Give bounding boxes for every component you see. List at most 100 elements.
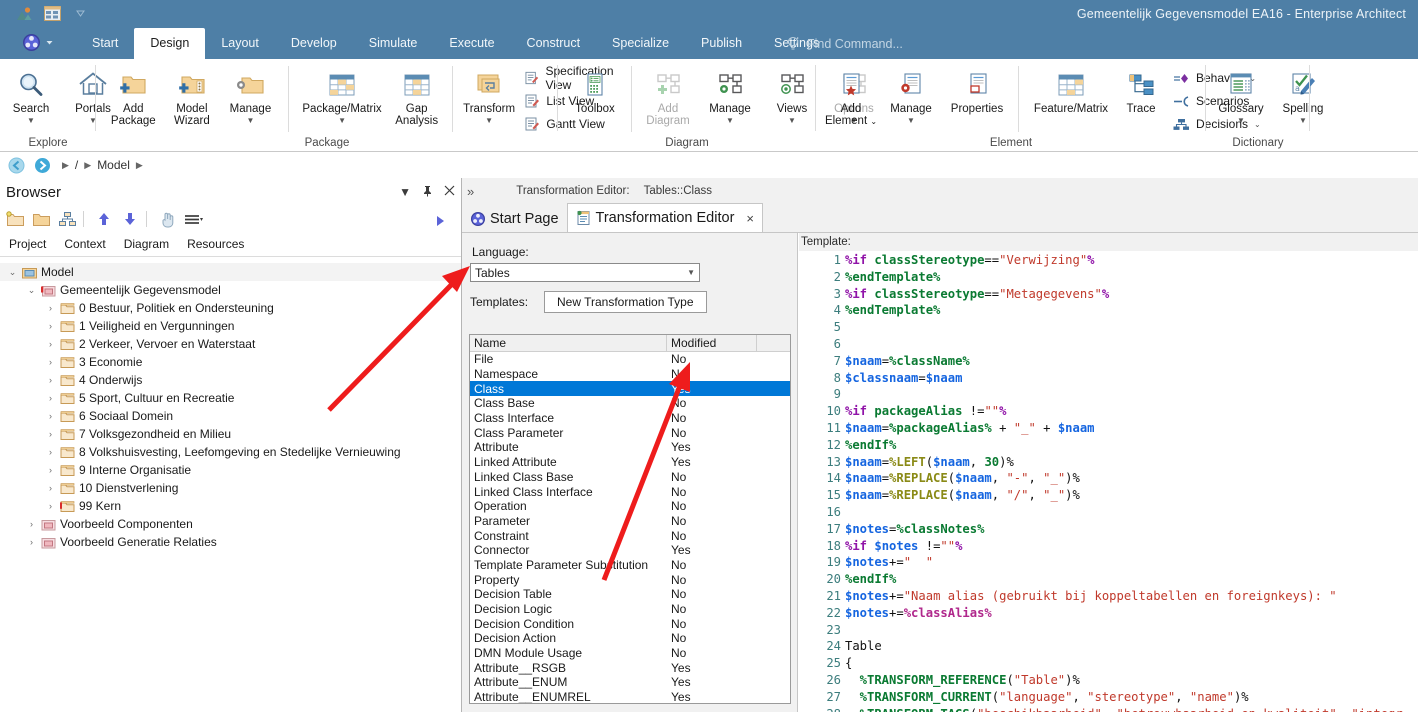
hierarchy-icon[interactable] — [56, 208, 78, 230]
code-line[interactable]: 9 — [799, 386, 1418, 403]
new-package-icon[interactable] — [4, 208, 26, 230]
new-transformation-type-button[interactable]: New Transformation Type — [544, 291, 707, 313]
project-tree[interactable]: ⌄ Model ⌄ Gemeentelijk Gegevensmodel › 0… — [0, 257, 461, 712]
table-row[interactable]: Attribute__ENUMRELYes — [470, 690, 790, 704]
table-row[interactable]: PropertyNo — [470, 572, 790, 587]
twisty-collapsed-icon[interactable]: › — [44, 429, 57, 439]
table-row[interactable]: Decision LogicNo — [470, 602, 790, 617]
code-line[interactable]: 23 — [799, 622, 1418, 639]
tree-node-7-volksgezondheid[interactable]: › 7 Volksgezondheid en Milieu — [0, 425, 461, 443]
back-arrow-icon[interactable] — [6, 155, 26, 175]
language-select[interactable]: Tables ▼ — [470, 263, 700, 282]
ribbon-tab-design[interactable]: Design — [134, 28, 205, 59]
table-row[interactable]: Class BaseNo — [470, 396, 790, 411]
templates-table[interactable]: Name Modified FileNo NamespaceNo ClassYe… — [469, 334, 791, 704]
chevron-down-icon[interactable] — [70, 3, 90, 23]
table-row[interactable]: Template Parameter SubstitutionNo — [470, 558, 790, 573]
feature-matrix-button[interactable]: Feature/Matrix — [1025, 62, 1117, 115]
breadcrumb-root[interactable]: / — [75, 158, 78, 172]
table-row[interactable]: Linked Class InterfaceNo — [470, 484, 790, 499]
chevron-down-icon[interactable]: ▼ — [726, 116, 734, 125]
expand-right-icon[interactable] — [429, 210, 451, 232]
twisty-collapsed-icon[interactable]: › — [25, 537, 38, 547]
expand-chevrons-icon[interactable]: » — [467, 184, 474, 199]
code-line[interactable]: 24Table — [799, 638, 1418, 655]
tree-node-2-verkeer[interactable]: › 2 Verkeer, Vervoer en Waterstaat — [0, 335, 461, 353]
template-code-editor[interactable]: Template: 1%if classStereotype=="Verwijz… — [799, 233, 1418, 712]
spelling-button[interactable]: a Spelling ▼ — [1272, 62, 1334, 125]
chevron-down-icon[interactable]: ▼ — [788, 116, 796, 125]
chevron-down-icon[interactable]: ▼ — [687, 268, 695, 277]
table-row[interactable]: Decision TableNo — [470, 587, 790, 602]
chevron-down-icon[interactable]: ▼ — [27, 116, 35, 125]
twisty-collapsed-icon[interactable]: › — [44, 339, 57, 349]
tree-node-model[interactable]: ⌄ Model — [0, 263, 461, 281]
close-icon[interactable]: × — [746, 211, 754, 226]
ribbon-tab-develop[interactable]: Develop — [275, 28, 353, 59]
transform-button[interactable]: Transform ▼ — [459, 62, 519, 125]
ribbon-tab-specialize[interactable]: Specialize — [596, 28, 685, 59]
manage-element-button[interactable]: Manage ▼ — [880, 62, 942, 125]
code-line[interactable]: 6 — [799, 336, 1418, 353]
ribbon-tab-start[interactable]: Start — [76, 28, 134, 59]
ribbon-tab-execute[interactable]: Execute — [433, 28, 510, 59]
twisty-collapsed-icon[interactable]: › — [44, 393, 57, 403]
ribbon-tab-publish[interactable]: Publish — [685, 28, 758, 59]
twisty-collapsed-icon[interactable]: › — [44, 321, 57, 331]
document-tab-transformation-editor[interactable]: Transformation Editor × — [567, 203, 763, 232]
code-line[interactable]: 19$notes+=" " — [799, 554, 1418, 571]
search-button[interactable]: Search ▼ — [0, 62, 62, 125]
code-line[interactable]: 15$naam=%REPLACE($naam, "/", "_")% — [799, 487, 1418, 504]
breadcrumb-model[interactable]: Model — [97, 158, 130, 172]
code-line[interactable]: 27 %TRANSFORM_CURRENT("language", "stere… — [799, 689, 1418, 706]
chevron-down-icon[interactable]: ▼ — [485, 116, 493, 125]
add-package-button[interactable]: AddPackage — [104, 62, 163, 127]
menu-icon[interactable] — [182, 208, 204, 230]
ribbon-tab-layout[interactable]: Layout — [205, 28, 275, 59]
twisty-collapsed-icon[interactable]: › — [44, 303, 57, 313]
column-header-name[interactable]: Name — [470, 335, 667, 351]
glossary-button[interactable]: Glossary ▼ — [1210, 62, 1272, 125]
model-wizard-button[interactable]: ModelWizard — [163, 62, 222, 127]
code-line[interactable]: 4%endTemplate% — [799, 302, 1418, 319]
browser-tab-project[interactable]: Project — [0, 232, 55, 256]
hand-icon[interactable] — [156, 208, 178, 230]
table-row[interactable]: DMN Module UsageNo — [470, 646, 790, 661]
tree-node-10-dienstverlening[interactable]: › 10 Dienstverlening — [0, 479, 461, 497]
code-line[interactable]: 14$naam=%REPLACE($naam, "-", "_")% — [799, 470, 1418, 487]
properties-button[interactable]: Properties — [942, 62, 1012, 115]
package-matrix-button[interactable]: Package/Matrix ▼ — [297, 62, 388, 125]
tree-node-8-volkshuisvesting[interactable]: › 8 Volkshuisvesting, Leefomgeving en St… — [0, 443, 461, 461]
code-line[interactable]: 17$notes=%classNotes% — [799, 521, 1418, 538]
code-line[interactable]: 12%endIf% — [799, 437, 1418, 454]
table-row[interactable]: Class InterfaceNo — [470, 411, 790, 426]
chevron-down-icon[interactable]: ▼ — [399, 185, 411, 199]
twisty-expanded-icon[interactable]: ⌄ — [25, 285, 38, 296]
twisty-collapsed-icon[interactable]: › — [44, 447, 57, 457]
toolbox-button[interactable]: Toolbox — [564, 62, 626, 115]
ribbon-tab-simulate[interactable]: Simulate — [353, 28, 434, 59]
table-row-selected[interactable]: ClassYes — [470, 381, 790, 396]
column-header-modified[interactable]: Modified — [667, 335, 757, 351]
table-row[interactable]: AttributeYes — [470, 440, 790, 455]
table-row[interactable]: Linked Class BaseNo — [470, 470, 790, 485]
tree-node-3-economie[interactable]: › 3 Economie — [0, 353, 461, 371]
image-icon[interactable] — [14, 3, 34, 23]
document-tab-start-page[interactable]: Start Page — [462, 205, 567, 232]
table-row[interactable]: Linked AttributeYes — [470, 455, 790, 470]
twisty-collapsed-icon[interactable]: › — [44, 501, 57, 511]
code-line[interactable]: 3%if classStereotype=="Metagegevens"% — [799, 286, 1418, 303]
code-line[interactable]: 21$notes+="Naam alias (gebruikt bij kopp… — [799, 588, 1418, 605]
chevron-down-icon[interactable]: ▼ — [907, 116, 915, 125]
move-up-icon[interactable] — [93, 208, 115, 230]
table-row[interactable]: ConstraintNo — [470, 528, 790, 543]
twisty-expanded-icon[interactable]: ⌄ — [6, 267, 19, 278]
table-row[interactable]: Decision ActionNo — [470, 631, 790, 646]
table-row[interactable]: ConnectorYes — [470, 543, 790, 558]
code-line[interactable]: 22$notes+=%classAlias% — [799, 605, 1418, 622]
tree-node-1-veiligheid[interactable]: › 1 Veiligheid en Vergunningen — [0, 317, 461, 335]
table-row[interactable]: Attribute__ENUMYes — [470, 675, 790, 690]
browser-tab-resources[interactable]: Resources — [178, 232, 253, 256]
twisty-collapsed-icon[interactable]: › — [44, 465, 57, 475]
code-line[interactable]: 28 %TRANSFORM_TAGS("beschikbaarheid", "b… — [799, 706, 1418, 712]
